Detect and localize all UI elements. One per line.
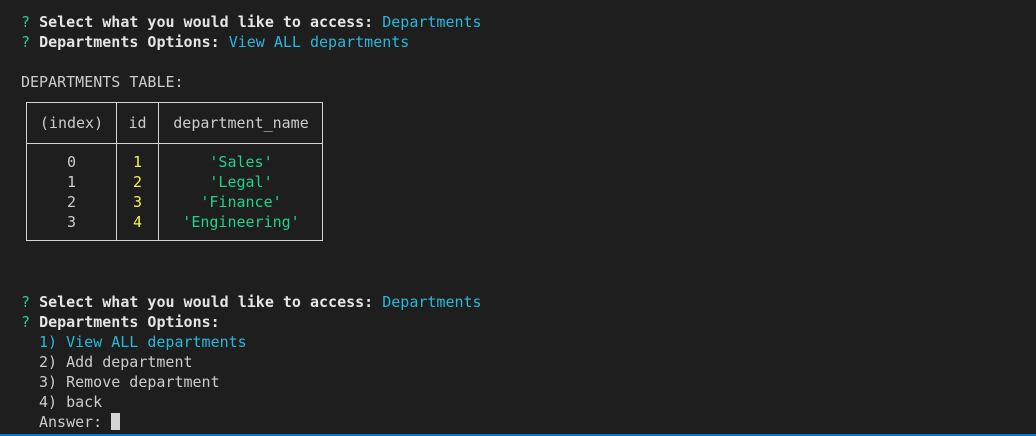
menu-item-view-all[interactable]: 1) View ALL departments bbox=[39, 332, 247, 352]
table-cell-department-name: 'Engineering' bbox=[182, 213, 300, 231]
prompt-question-mark: ? bbox=[21, 33, 31, 51]
prompt-line-access: ? Select what you would like to access: … bbox=[21, 12, 482, 32]
terminal-window: { "prompt_symbol": "?", "prompt1": { "qu… bbox=[0, 0, 1036, 436]
prompt-line-access: ? Select what you would like to access: … bbox=[21, 292, 482, 312]
menu-item-back[interactable]: 4) back bbox=[39, 392, 102, 412]
text-cursor bbox=[111, 413, 121, 430]
prompt-line-options: ? Departments Options: bbox=[21, 312, 220, 332]
table-cell-index: 0 bbox=[66, 153, 77, 171]
departments-table: (index) id department_name 0 1 'Sales' 1… bbox=[26, 102, 323, 241]
table-cell-department-name: 'Finance' bbox=[200, 193, 282, 211]
prompt-answer: Departments bbox=[382, 13, 482, 31]
prompt-question: Select what you would like to access: bbox=[39, 293, 374, 311]
prompt-line-options: ? Departments Options: View ALL departme… bbox=[21, 32, 409, 52]
table-cell-department-name: 'Sales' bbox=[209, 153, 273, 171]
prompt-question: Departments Options: bbox=[39, 33, 220, 51]
table-cell-id: 4 bbox=[132, 213, 143, 231]
prompt-answer: Departments bbox=[382, 293, 482, 311]
prompt-question-mark: ? bbox=[21, 13, 31, 31]
table-header-divider bbox=[27, 143, 322, 144]
table-header-id: id bbox=[128, 114, 147, 132]
prompt-answer: View ALL departments bbox=[228, 33, 410, 51]
answer-label: Answer: bbox=[39, 413, 103, 431]
table-cell-department-name: 'Legal' bbox=[209, 173, 273, 191]
table-cell-index: 3 bbox=[66, 213, 77, 231]
table-cell-index: 1 bbox=[66, 173, 77, 191]
table-header-index: (index) bbox=[39, 114, 104, 132]
menu-item-add[interactable]: 2) Add department bbox=[39, 352, 193, 372]
prompt-question: Departments Options: bbox=[39, 313, 220, 331]
table-header-department-name: department_name bbox=[173, 114, 309, 132]
table-cell-id: 1 bbox=[132, 153, 143, 171]
prompt-question-mark: ? bbox=[21, 293, 31, 311]
answer-line[interactable]: Answer: bbox=[39, 412, 121, 432]
table-title: DEPARTMENTS TABLE: bbox=[21, 73, 184, 91]
prompt-question-mark: ? bbox=[21, 313, 31, 331]
prompt-question: Select what you would like to access: bbox=[39, 13, 374, 31]
table-cell-id: 2 bbox=[132, 173, 143, 191]
table-cell-id: 3 bbox=[132, 193, 143, 211]
table-cell-index: 2 bbox=[66, 193, 77, 211]
menu-item-remove[interactable]: 3) Remove department bbox=[39, 372, 220, 392]
